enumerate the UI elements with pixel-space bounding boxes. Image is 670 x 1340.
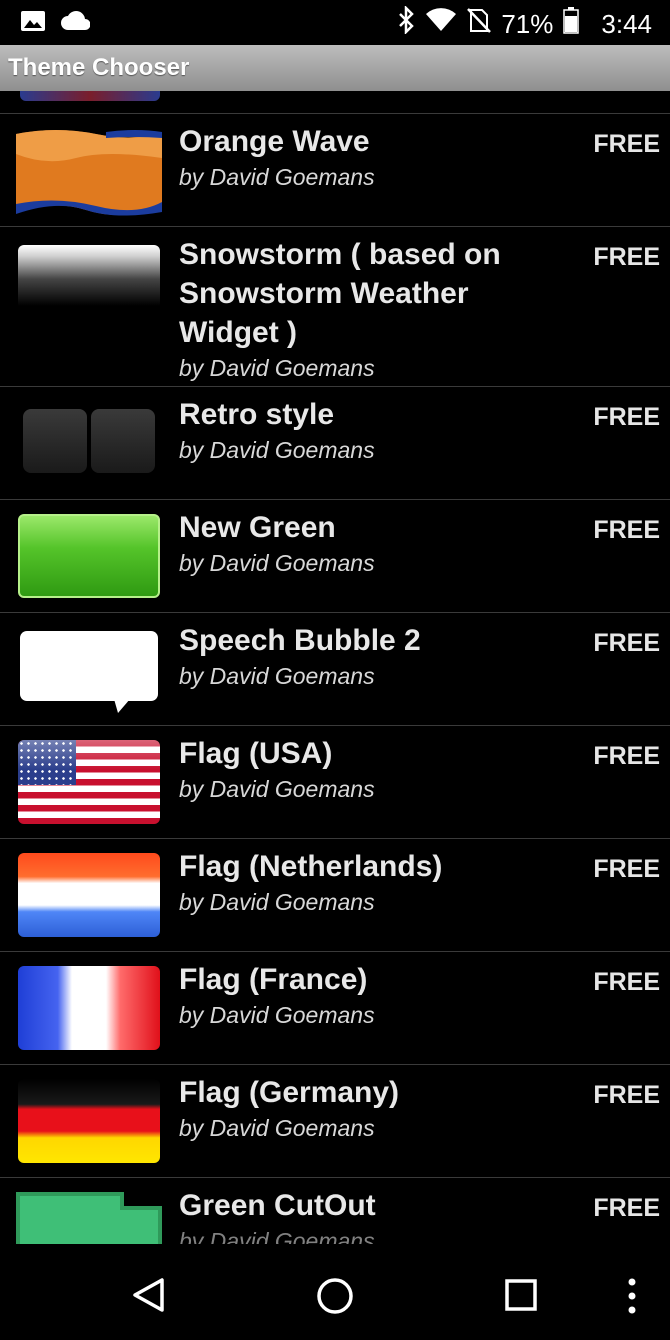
theme-author: by David Goemans <box>179 437 375 463</box>
list-item-partial[interactable] <box>0 91 670 114</box>
snowstorm-thumbnail <box>18 245 160 321</box>
flag-usa-thumbnail <box>18 740 160 824</box>
theme-price: FREE <box>593 1081 660 1109</box>
battery-percent: 71% <box>501 8 554 39</box>
list-item[interactable]: Flag (USA) by David Goemans FREE <box>0 726 670 839</box>
orange-wave-thumbnail <box>16 128 162 216</box>
flag-germany-thumbnail <box>18 1079 160 1163</box>
list-item[interactable]: Speech Bubble 2 by David Goemans FREE <box>0 613 670 726</box>
theme-author: by David Goemans <box>179 889 375 915</box>
theme-price: FREE <box>593 742 660 770</box>
bluetooth-icon <box>397 4 415 41</box>
wifi-icon <box>425 7 457 40</box>
list-item[interactable]: Snowstorm ( based on Snowstorm Weather W… <box>0 227 670 387</box>
theme-author: by David Goemans <box>179 663 375 689</box>
theme-name: Flag (France) <box>179 963 368 996</box>
speech-bubble-thumbnail <box>18 627 160 713</box>
back-icon[interactable] <box>130 1276 168 1319</box>
recents-icon[interactable] <box>504 1278 538 1317</box>
overflow-menu-icon[interactable] <box>624 1276 640 1321</box>
list-item[interactable]: Orange Wave by David Goemans FREE <box>0 114 670 227</box>
theme-name: Snowstorm ( based on Snowstorm Weather W… <box>179 238 501 349</box>
theme-name: New Green <box>179 511 336 544</box>
status-bar: 71% 3:44 <box>0 0 670 45</box>
theme-price: FREE <box>593 855 660 883</box>
theme-name: Flag (Netherlands) <box>179 850 443 883</box>
green-cutout-thumbnail <box>16 1192 162 1244</box>
theme-author: by David Goemans <box>179 550 375 576</box>
theme-list[interactable]: Orange Wave by David Goemans FREE Snowst… <box>0 91 670 1244</box>
navigation-bar <box>0 1244 670 1340</box>
list-item[interactable]: Flag (Germany) by David Goemans FREE <box>0 1065 670 1178</box>
theme-name: Retro style <box>179 398 335 431</box>
title-bar: Theme Chooser <box>0 45 670 91</box>
theme-name: Flag (USA) <box>179 737 333 770</box>
theme-price: FREE <box>593 516 660 544</box>
no-sim-icon <box>467 7 492 40</box>
list-item[interactable]: Green CutOut by David Goemans FREE <box>0 1178 670 1244</box>
theme-author: by David Goemans <box>179 355 375 381</box>
clock: 3:44 <box>601 8 652 39</box>
theme-price: FREE <box>593 629 660 657</box>
theme-name: Orange Wave <box>179 125 370 158</box>
list-item[interactable]: New Green by David Goemans FREE <box>0 500 670 613</box>
page-title: Theme Chooser <box>8 54 190 81</box>
theme-author: by David Goemans <box>179 776 375 802</box>
cloud-icon <box>60 10 91 37</box>
theme-author: by David Goemans <box>179 164 375 190</box>
theme-price: FREE <box>593 968 660 996</box>
theme-author: by David Goemans <box>179 1002 375 1028</box>
image-icon <box>20 10 46 37</box>
new-green-thumbnail <box>18 514 160 598</box>
theme-name: Speech Bubble 2 <box>179 624 421 657</box>
theme-author: by David Goemans <box>179 1115 375 1141</box>
theme-price: FREE <box>593 130 660 158</box>
theme-name: Green CutOut <box>179 1189 376 1222</box>
flag-france-thumbnail <box>18 966 160 1050</box>
home-icon[interactable] <box>315 1276 355 1321</box>
list-item[interactable]: Retro style by David Goemans FREE <box>0 387 670 500</box>
retro-style-thumbnail <box>18 401 160 485</box>
theme-price: FREE <box>593 1194 660 1222</box>
theme-price: FREE <box>593 243 660 271</box>
theme-name: Flag (Germany) <box>179 1076 400 1109</box>
list-item[interactable]: Flag (France) by David Goemans FREE <box>0 952 670 1065</box>
battery-icon <box>563 6 580 41</box>
theme-thumbnail <box>20 91 160 101</box>
flag-netherlands-thumbnail <box>18 853 160 937</box>
theme-author: by David Goemans <box>179 1228 375 1244</box>
list-item[interactable]: Flag (Netherlands) by David Goemans FREE <box>0 839 670 952</box>
theme-price: FREE <box>593 403 660 431</box>
